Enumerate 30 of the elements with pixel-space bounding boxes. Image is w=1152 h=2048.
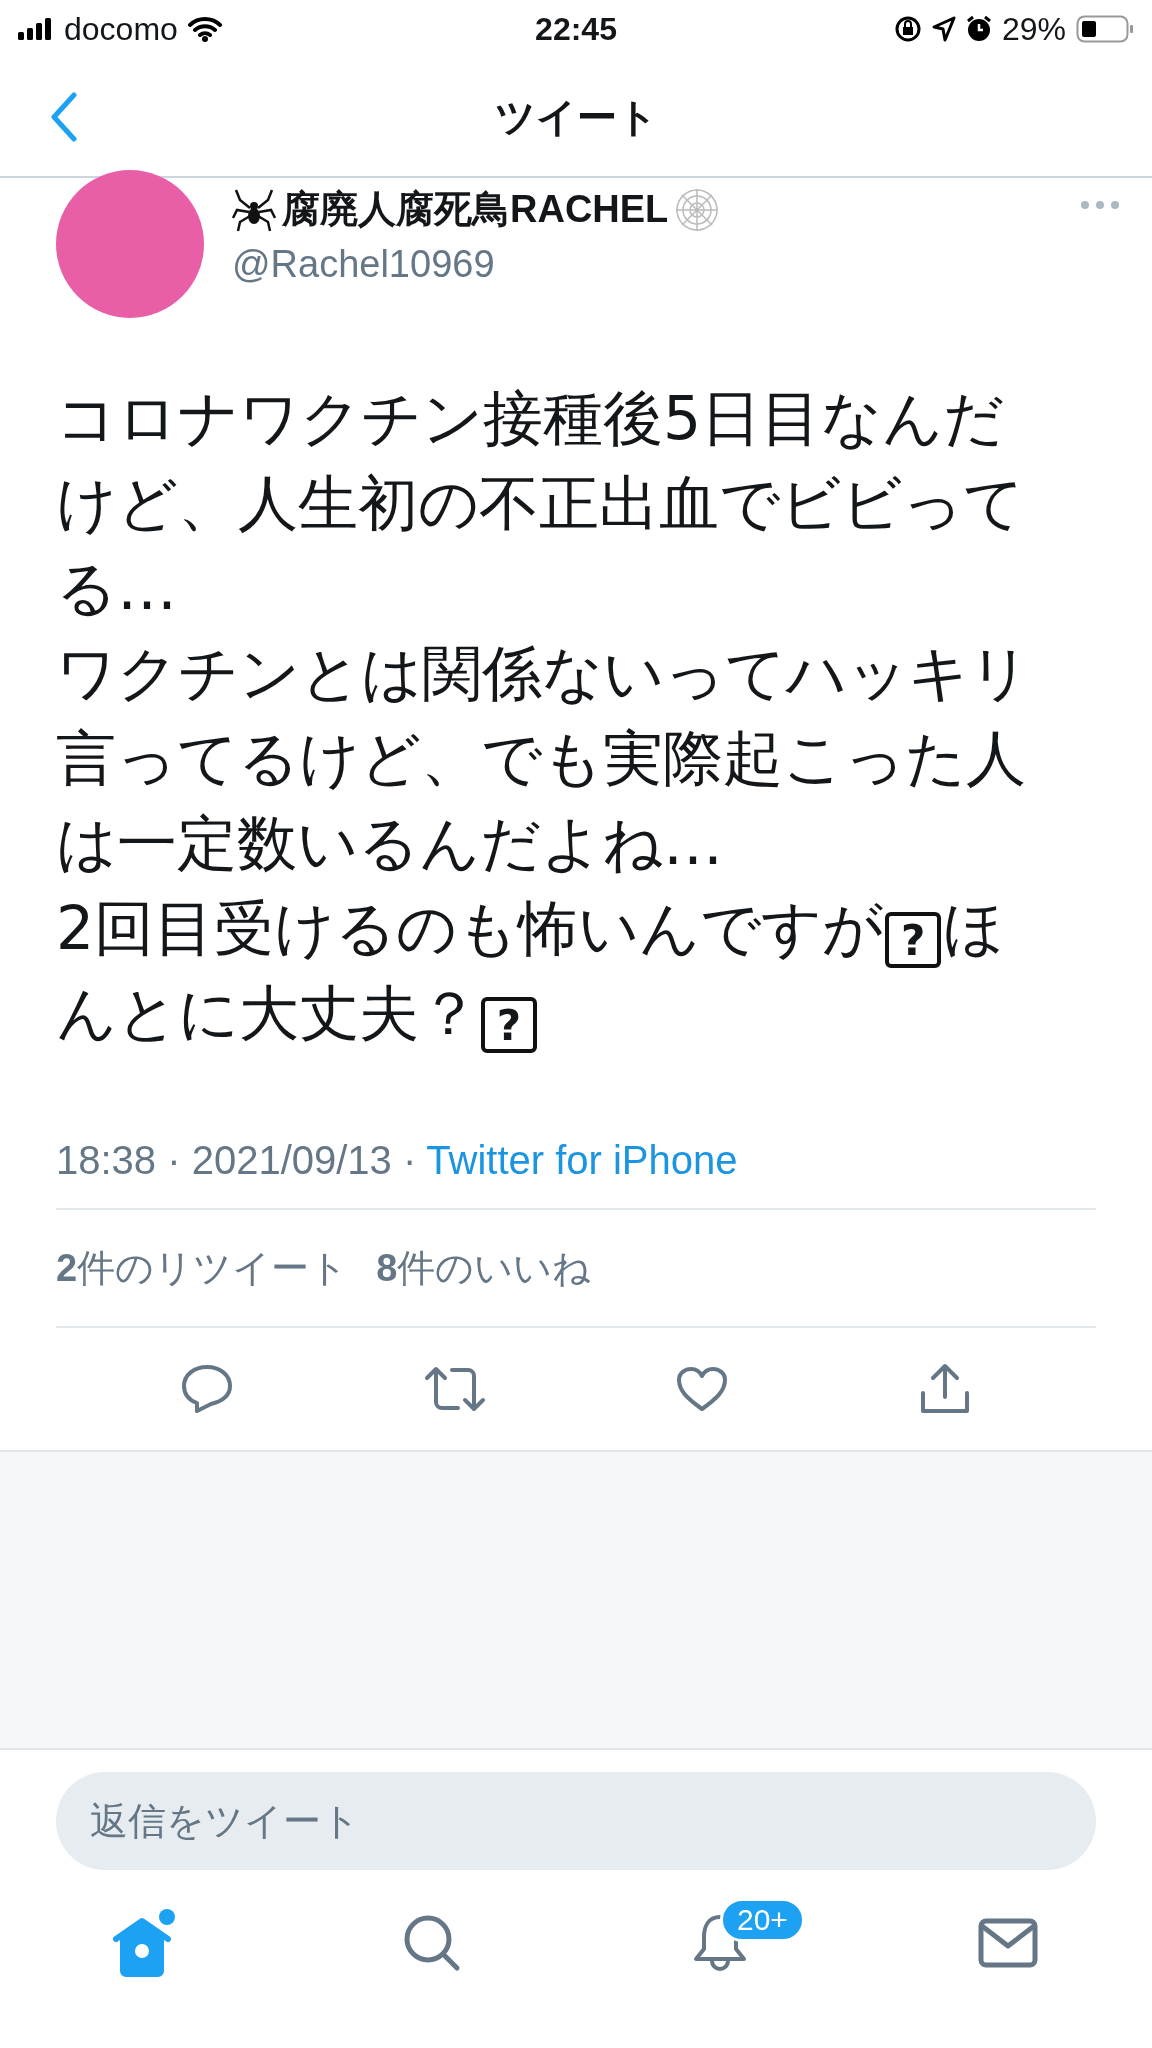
spider-icon xyxy=(232,187,276,232)
share-icon[interactable] xyxy=(918,1363,971,1415)
back-chevron-icon[interactable] xyxy=(50,92,78,142)
tweet-timestamp: 18:38 · 2021/09/13 · xyxy=(56,1137,417,1183)
engagement-count[interactable]: 2件のリツイート xyxy=(56,1242,349,1294)
engagement-count[interactable]: 8件のいいね xyxy=(376,1242,592,1294)
author-handle[interactable]: @Rachel10969 xyxy=(232,243,721,286)
retweet-icon[interactable] xyxy=(423,1366,486,1412)
battery-icon xyxy=(1076,15,1134,43)
wifi-icon xyxy=(187,16,222,42)
rotation-lock-icon xyxy=(893,15,922,43)
tweet-text: コロナワクチン接種後5日目なんだけど、人生初の不正出血でビビってる… ワクチンとは関係ないってハッキリ言ってるけど、でも実際起こった人は一定数いるんだよね… 2回目受けるのも怖いんですが ? ほんとに大丈夫？ ? xyxy=(56,376,1046,1056)
signal-icon xyxy=(18,18,54,40)
reply-bubble-icon[interactable] xyxy=(181,1364,234,1414)
author-name[interactable]: 腐廃人腐死鳥RACHEL xyxy=(282,184,669,235)
spider-web-icon xyxy=(674,186,721,233)
battery-percent: 29% xyxy=(1001,10,1066,48)
notification-badge: 20+ xyxy=(720,1898,805,1942)
clock-time: 22:45 xyxy=(535,10,617,48)
reply-input-field[interactable]: 返信をツイート xyxy=(56,1772,1096,1870)
page-title: ツイート xyxy=(494,93,658,141)
mail-icon[interactable] xyxy=(978,1918,1038,1968)
search-icon[interactable] xyxy=(403,1914,461,1972)
home-icon[interactable] xyxy=(110,1907,178,1979)
heart-icon[interactable] xyxy=(676,1366,729,1412)
more-dots-icon[interactable] xyxy=(1080,200,1120,210)
alarm-clock-icon xyxy=(965,15,992,43)
source-link[interactable]: Twitter for iPhone xyxy=(426,1137,738,1183)
location-arrow-icon xyxy=(931,16,956,42)
carrier-name: docomo xyxy=(64,10,178,48)
